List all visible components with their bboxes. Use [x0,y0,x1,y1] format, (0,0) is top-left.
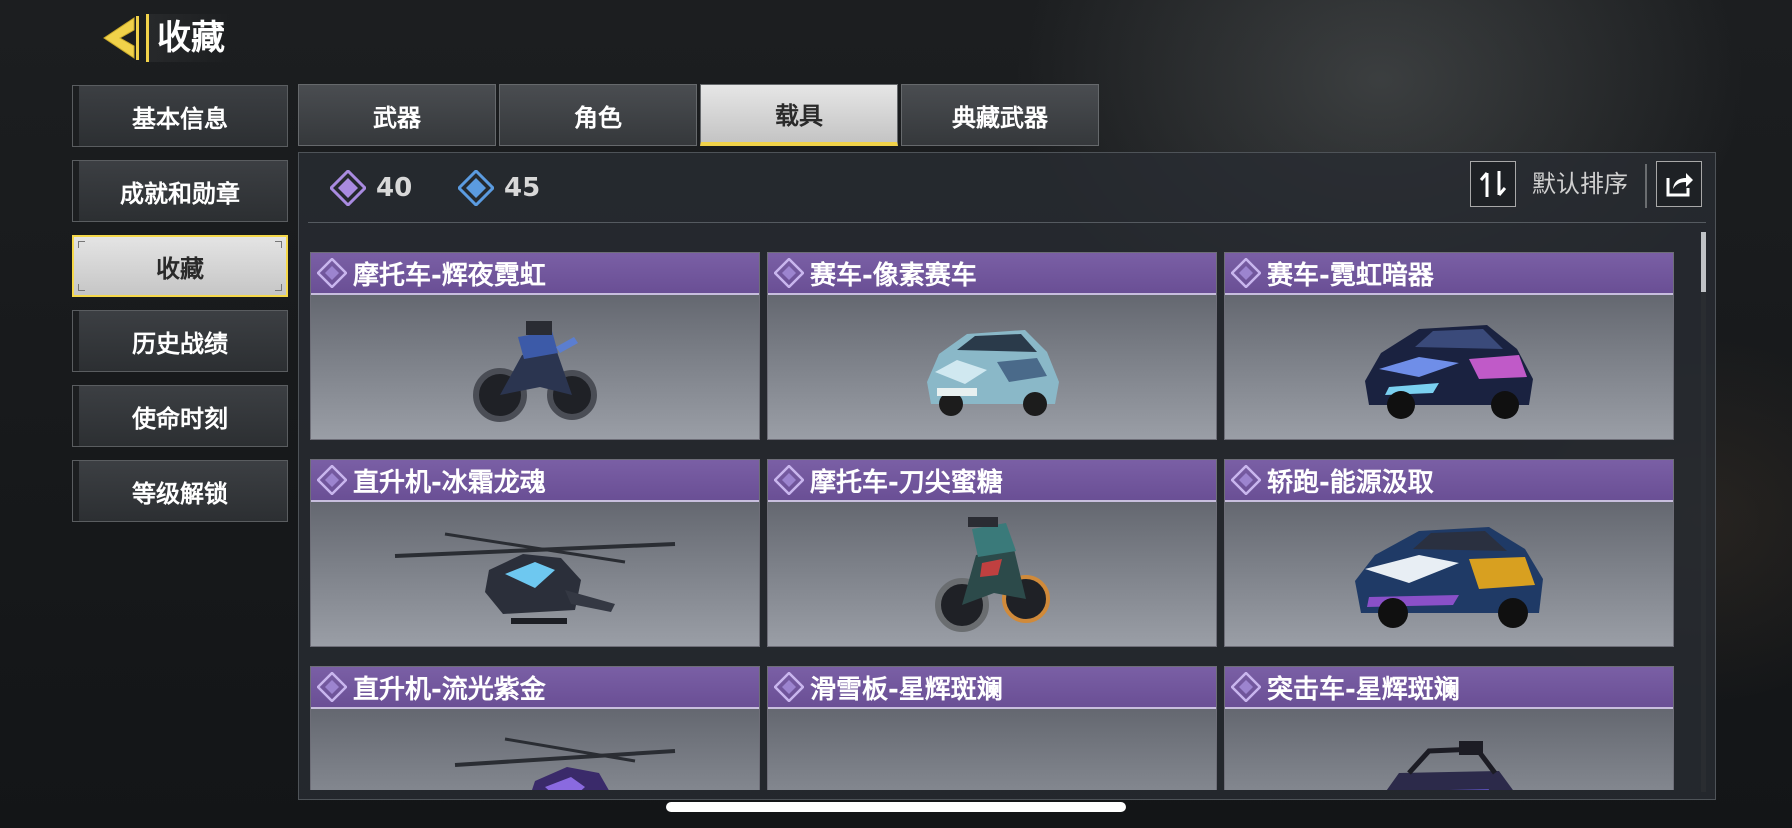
purple-rarity-diamond-icon [1231,258,1261,288]
item-preview [1225,502,1673,646]
item-card[interactable]: 滑雪板-星辉斑斓 [767,666,1217,790]
item-card[interactable]: 直升机-流光紫金 [310,666,760,790]
card-header: 赛车-像素赛车 [768,253,1216,295]
tab-label: 载具 [775,102,823,130]
blue-count: 45 [458,168,540,208]
sort-label[interactable]: 默认排序 [1532,164,1628,204]
item-preview [768,502,1216,646]
purple-rarity-diamond-icon [317,672,347,702]
purple-rarity-diamond-icon [317,258,347,288]
card-header: 摩托车-辉夜霓虹 [311,253,759,295]
sort-toggle-button[interactable] [1470,161,1516,207]
item-preview [768,295,1216,439]
motorcycle-icon [473,321,597,422]
corner-mark [275,284,282,291]
sort-toggle-icon [1479,171,1507,197]
item-title: 滑雪板-星辉斑斓 [810,674,1003,705]
assault-buggy-icon [1386,741,1513,790]
item-title: 赛车-霓虹暗器 [1267,260,1434,291]
card-header: 直升机-流光紫金 [311,667,759,709]
purple-rarity-diamond-icon [1231,465,1261,495]
coupe-icon [1355,527,1543,628]
item-title: 摩托车-辉夜霓虹 [353,260,546,291]
toolbar-divider [1645,164,1647,208]
sidebar-item-basic-info[interactable]: 基本信息 [72,85,288,147]
sidebar-item-match-history[interactable]: 历史战绩 [72,310,288,372]
purple-rarity-diamond-icon [774,258,804,288]
snowmobile-icon [872,721,1112,790]
tab-label: 角色 [574,103,622,132]
purple-rarity-diamond-icon [1231,672,1261,702]
item-card[interactable]: 摩托车-辉夜霓虹 [310,252,760,440]
purple-rarity-diamond-icon [317,465,347,495]
card-header: 轿跑-能源汲取 [1225,460,1673,502]
share-icon [1666,173,1693,197]
item-card[interactable]: 摩托车-刀尖蜜糖 [767,459,1217,647]
share-button[interactable] [1656,161,1702,207]
scrollbar-thumb[interactable] [1701,232,1706,292]
sidebar-item-collection[interactable]: 收藏 [72,235,288,297]
purple-rarity-diamond-icon [774,672,804,702]
item-title: 赛车-像素赛车 [810,260,977,291]
tab-characters[interactable]: 角色 [499,84,697,146]
blue-count-value: 45 [504,173,541,203]
home-indicator[interactable] [666,802,1126,812]
page-title: 收藏 [146,14,233,62]
panel-divider [308,222,1706,223]
purple-count-value: 40 [376,173,413,203]
item-card[interactable]: 突击车-星辉斑斓 [1224,666,1674,790]
corner-mark [78,284,85,291]
item-card[interactable]: 轿跑-能源汲取 [1224,459,1674,647]
sidebar-item-level-unlocks[interactable]: 等级解锁 [72,460,288,522]
collection-screen: 收藏 基本信息 成就和勋章 收藏 历史战绩 使命时刻 等级解锁 武器 角色 载具… [0,0,1792,828]
item-preview [311,502,759,646]
item-title: 直升机-冰霜龙魂 [353,467,546,498]
item-preview [1225,295,1673,439]
purple-count: 40 [330,168,412,208]
item-card[interactable]: 赛车-霓虹暗器 [1224,252,1674,440]
corner-mark [78,241,85,248]
sidebar-item-label: 等级解锁 [132,479,228,508]
sidebar-item-label: 使命时刻 [132,404,228,433]
item-preview [311,295,759,439]
back-button[interactable] [100,14,140,62]
item-title: 突击车-星辉斑斓 [1267,674,1460,705]
card-header: 突击车-星辉斑斓 [1225,667,1673,709]
item-title: 直升机-流光紫金 [353,674,546,705]
purple-rarity-diamond-icon [774,465,804,495]
corner-mark [275,241,282,248]
sidebar-item-label: 基本信息 [132,104,228,133]
card-header: 滑雪板-星辉斑斓 [768,667,1216,709]
race-car-icon [927,330,1059,416]
card-header: 摩托车-刀尖蜜糖 [768,460,1216,502]
tab-weapons[interactable]: 武器 [298,84,496,146]
sidebar-item-label: 收藏 [156,254,204,283]
sidebar-item-label: 成就和勋章 [120,179,240,208]
tab-label: 典藏武器 [952,103,1048,132]
purple-diamond-icon [330,170,366,206]
item-title: 摩托车-刀尖蜜糖 [810,467,1003,498]
tab-collector-weapons[interactable]: 典藏武器 [901,84,1099,146]
sidebar-item-mission-moments[interactable]: 使命时刻 [72,385,288,447]
item-grid: 摩托车-辉夜霓虹 赛车-像素赛车 赛车-霓虹暗器 直升机-冰霜龙魂 摩托车-刀尖… [310,250,1674,790]
card-header: 直升机-冰霜龙魂 [311,460,759,502]
item-preview [311,709,759,790]
scrollbar-track[interactable] [1701,232,1706,792]
race-car-icon [1365,325,1533,419]
helicopter-icon [454,737,676,790]
item-card[interactable]: 赛车-像素赛车 [767,252,1217,440]
item-card[interactable]: 直升机-冰霜龙魂 [310,459,760,647]
item-title: 轿跑-能源汲取 [1267,467,1434,498]
tab-label: 武器 [373,103,421,132]
back-arrow-icon [103,16,139,60]
sidebar-item-label: 历史战绩 [132,329,228,358]
tab-vehicles[interactable]: 载具 [700,84,898,146]
card-header: 赛车-霓虹暗器 [1225,253,1673,295]
motorcycle-icon [935,517,1050,632]
item-preview [768,709,1216,790]
sidebar-item-achievements[interactable]: 成就和勋章 [72,160,288,222]
item-preview [1225,709,1673,790]
helicopter-icon [394,532,676,624]
blue-diamond-icon [458,170,494,206]
